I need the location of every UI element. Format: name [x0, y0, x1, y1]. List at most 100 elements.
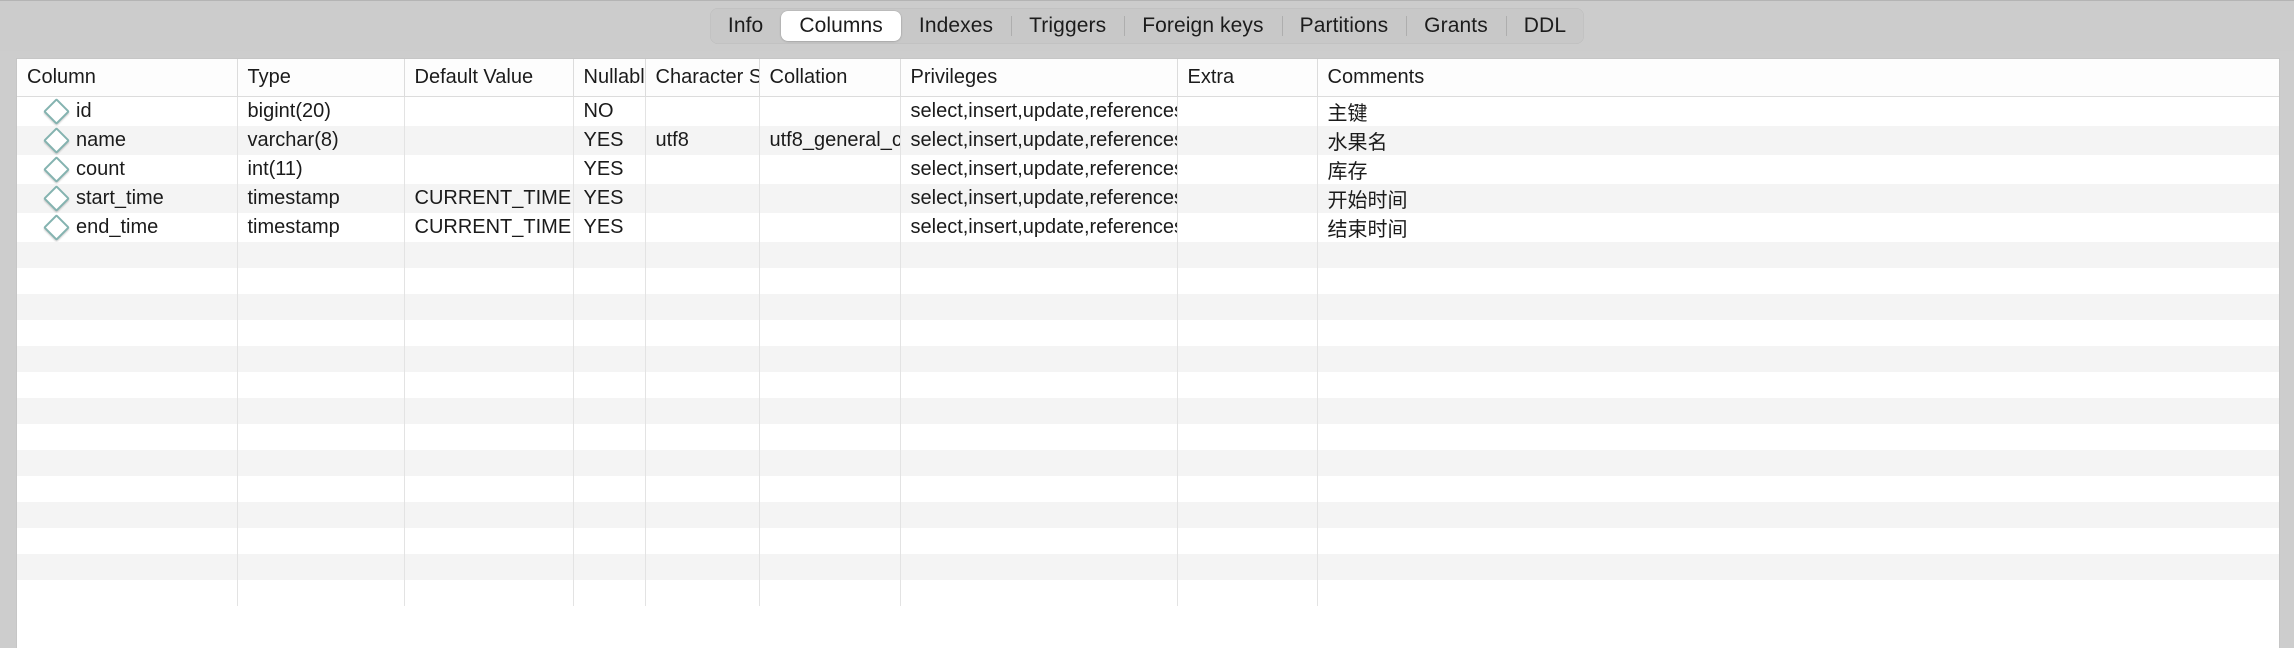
cell-empty[interactable]: [759, 579, 901, 606]
table-row-empty[interactable]: [17, 553, 2279, 580]
table-row[interactable]: count int(11) YES select,insert,update,refe…: [17, 154, 2279, 184]
cell-empty[interactable]: [573, 267, 646, 294]
cell-privileges[interactable]: select,insert,update,references: [900, 96, 1178, 126]
cell-empty[interactable]: [1317, 371, 2279, 398]
table-row-empty[interactable]: [17, 293, 2279, 320]
cell-character-set[interactable]: [645, 154, 760, 184]
table-row-empty[interactable]: [17, 319, 2279, 346]
cell-empty[interactable]: [17, 397, 238, 424]
cell-empty[interactable]: [17, 345, 238, 372]
table-row-empty[interactable]: [17, 579, 2279, 606]
cell-empty[interactable]: [17, 527, 238, 554]
column-header-comments[interactable]: Comments: [1317, 59, 2279, 97]
cell-empty[interactable]: [237, 475, 405, 502]
cell-empty[interactable]: [17, 553, 238, 580]
cell-empty[interactable]: [645, 293, 760, 320]
cell-empty[interactable]: [237, 241, 405, 268]
cell-nullable[interactable]: YES: [573, 212, 646, 242]
cell-column-name[interactable]: name: [17, 125, 238, 155]
tab-foreign-keys[interactable]: Foreign keys: [1124, 11, 1281, 41]
cell-empty[interactable]: [759, 371, 901, 398]
cell-empty[interactable]: [1177, 553, 1318, 580]
cell-default-value[interactable]: CURRENT_TIME…: [404, 212, 574, 242]
cell-empty[interactable]: [759, 319, 901, 346]
cell-empty[interactable]: [237, 371, 405, 398]
cell-empty[interactable]: [759, 553, 901, 580]
cell-nullable[interactable]: YES: [573, 183, 646, 213]
cell-collation[interactable]: [759, 183, 901, 213]
cell-extra[interactable]: [1177, 183, 1318, 213]
cell-empty[interactable]: [1177, 293, 1318, 320]
cell-privileges[interactable]: select,insert,update,references: [900, 125, 1178, 155]
cell-empty[interactable]: [237, 423, 405, 450]
cell-empty[interactable]: [237, 449, 405, 476]
cell-default-value[interactable]: [404, 154, 574, 184]
cell-empty[interactable]: [900, 345, 1178, 372]
cell-empty[interactable]: [404, 397, 574, 424]
cell-empty[interactable]: [900, 397, 1178, 424]
cell-empty[interactable]: [900, 579, 1178, 606]
cell-nullable[interactable]: YES: [573, 154, 646, 184]
table-row-empty[interactable]: [17, 423, 2279, 450]
cell-character-set[interactable]: utf8: [645, 125, 760, 155]
table-row[interactable]: start_time timestampCURRENT_TIME…YES selec…: [17, 183, 2279, 213]
cell-extra[interactable]: [1177, 125, 1318, 155]
cell-empty[interactable]: [404, 553, 574, 580]
cell-nullable[interactable]: NO: [573, 96, 646, 126]
cell-empty[interactable]: [573, 527, 646, 554]
cell-type[interactable]: int(11): [237, 154, 405, 184]
cell-empty[interactable]: [404, 449, 574, 476]
table-row-empty[interactable]: [17, 345, 2279, 372]
table-row-empty[interactable]: [17, 241, 2279, 268]
cell-extra[interactable]: [1177, 154, 1318, 184]
cell-empty[interactable]: [1177, 501, 1318, 528]
cell-empty[interactable]: [900, 371, 1178, 398]
cell-empty[interactable]: [1177, 579, 1318, 606]
cell-empty[interactable]: [1317, 553, 2279, 580]
cell-empty[interactable]: [900, 293, 1178, 320]
cell-empty[interactable]: [17, 241, 238, 268]
cell-empty[interactable]: [759, 241, 901, 268]
cell-empty[interactable]: [1177, 345, 1318, 372]
cell-empty[interactable]: [404, 241, 574, 268]
table-row-empty[interactable]: [17, 267, 2279, 294]
cell-empty[interactable]: [900, 449, 1178, 476]
cell-column-name[interactable]: start_time: [17, 183, 238, 213]
cell-character-set[interactable]: [645, 96, 760, 126]
cell-empty[interactable]: [645, 475, 760, 502]
cell-empty[interactable]: [900, 501, 1178, 528]
cell-character-set[interactable]: [645, 183, 760, 213]
tab-partitions[interactable]: Partitions: [1281, 11, 1407, 41]
cell-empty[interactable]: [17, 319, 238, 346]
cell-empty[interactable]: [759, 527, 901, 554]
cell-empty[interactable]: [1317, 475, 2279, 502]
column-header-collation[interactable]: Collation: [759, 59, 901, 97]
column-header-nullable[interactable]: Nullable: [573, 59, 646, 97]
cell-privileges[interactable]: select,insert,update,references: [900, 154, 1178, 184]
cell-empty[interactable]: [759, 423, 901, 450]
cell-empty[interactable]: [645, 579, 760, 606]
cell-empty[interactable]: [1177, 475, 1318, 502]
cell-empty[interactable]: [1317, 423, 2279, 450]
cell-empty[interactable]: [237, 397, 405, 424]
cell-empty[interactable]: [404, 345, 574, 372]
column-header-character-set[interactable]: Character Set: [645, 59, 760, 97]
cell-empty[interactable]: [1317, 267, 2279, 294]
cell-column-name[interactable]: end_time: [17, 212, 238, 242]
tab-indexes[interactable]: Indexes: [901, 11, 1011, 41]
cell-empty[interactable]: [645, 319, 760, 346]
cell-empty[interactable]: [1177, 267, 1318, 294]
table-row[interactable]: name varchar(8) YES utf8 utf8_general_ci sele…: [17, 125, 2279, 155]
table-row-empty[interactable]: [17, 449, 2279, 476]
cell-default-value[interactable]: [404, 96, 574, 126]
cell-empty[interactable]: [404, 267, 574, 294]
columns-table-container[interactable]: ColumnTypeDefault ValueNullableCharacter…: [16, 58, 2280, 648]
cell-type[interactable]: timestamp: [237, 212, 405, 242]
cell-empty[interactable]: [1317, 501, 2279, 528]
cell-empty[interactable]: [1317, 527, 2279, 554]
cell-empty[interactable]: [1317, 241, 2279, 268]
cell-comments[interactable]: 主键: [1317, 96, 2279, 126]
cell-comments[interactable]: 开始时间: [1317, 183, 2279, 213]
cell-empty[interactable]: [237, 579, 405, 606]
cell-empty[interactable]: [1317, 449, 2279, 476]
